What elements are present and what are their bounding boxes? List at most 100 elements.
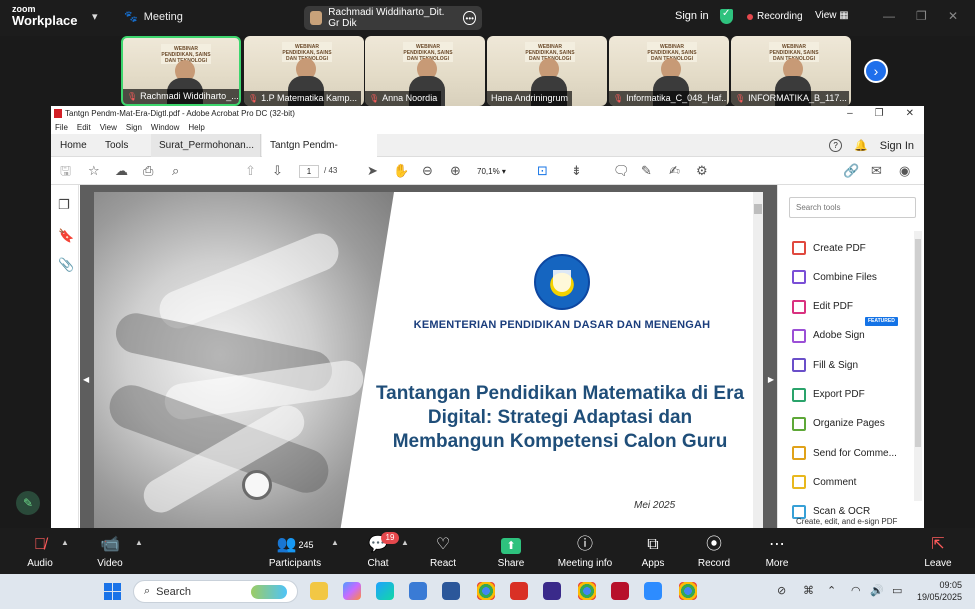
view-button[interactable]: View ▦	[815, 10, 849, 21]
chrome-icon[interactable]	[477, 582, 495, 600]
record-button[interactable]: ⦿ Record	[679, 535, 749, 569]
windows-start-icon[interactable]	[104, 583, 121, 600]
page-number-input[interactable]: 1	[299, 165, 319, 178]
tool-export-pdf[interactable]: Export PDF	[792, 386, 912, 404]
recording-indicator[interactable]: Recording	[747, 11, 803, 22]
more-options-icon[interactable]: •••	[463, 11, 476, 25]
bell-icon[interactable]: 🔔	[854, 139, 868, 152]
email-icon[interactable]: ✉	[871, 163, 882, 179]
tool-create-pdf[interactable]: Create PDF	[792, 239, 912, 257]
save-icon[interactable]: 🖫	[60, 163, 71, 179]
store-icon[interactable]	[409, 582, 427, 600]
document-scrollbar[interactable]	[753, 192, 763, 528]
bookmark-star-icon[interactable]: ☆	[88, 163, 100, 179]
taskbar-search-box[interactable]: ⌕ Search	[133, 580, 298, 603]
copilot-icon[interactable]	[343, 582, 361, 600]
tab-tools[interactable]: Tools	[105, 134, 128, 157]
participants-button[interactable]: 👥 245 Participants	[260, 535, 330, 569]
menu-item-view[interactable]: View	[100, 121, 117, 134]
audio-options-caret[interactable]: ▲	[61, 538, 69, 547]
attachments-icon[interactable]: 📎	[58, 257, 74, 273]
search-tools-input[interactable]	[789, 197, 916, 218]
stamp-icon[interactable]: ⚙	[696, 163, 708, 179]
menu-item-file[interactable]: File	[55, 121, 68, 134]
participant-tile[interactable]: WEBINAR PENDIDIKAN, SAINS DAN TEKNOLOGI 🎙…	[731, 36, 851, 106]
page-thumbnails-icon[interactable]: ❐	[58, 197, 71, 213]
participant-tile[interactable]: WEBINAR PENDIDIKAN, SAINS DAN TEKNOLOGI 🎙…	[121, 36, 241, 106]
leave-button[interactable]: ⇱ Leave	[903, 535, 973, 569]
tray-chevron-icon[interactable]: ⌃	[827, 584, 836, 597]
menu-item-window[interactable]: Window	[151, 121, 179, 134]
chevron-down-icon[interactable]: ▾	[92, 10, 98, 23]
active-speaker-pill[interactable]: Rachmadi Widdiharto_Dit. Gr Dik •••	[304, 6, 482, 30]
close-icon[interactable]: ✕	[906, 106, 914, 121]
tool-fill-sign[interactable]: Fill & Sign	[792, 356, 912, 374]
acrobat-sign-in-button[interactable]: Sign In	[880, 140, 914, 152]
tool-organize-pages[interactable]: Organize Pages	[792, 415, 912, 433]
annotate-pen-button[interactable]: ✎	[16, 491, 40, 515]
minimize-icon[interactable]: –	[847, 106, 853, 121]
chrome-profile-icon[interactable]	[578, 582, 596, 600]
tool-combine-files[interactable]: Combine Files	[792, 268, 912, 286]
select-cursor-icon[interactable]: ➤	[367, 163, 378, 179]
gallery-next-button[interactable]: ›	[864, 59, 888, 83]
participant-tile[interactable]: WEBINAR PENDIDIKAN, SAINS DAN TEKNOLOGI 🎙…	[609, 36, 729, 106]
participant-tile[interactable]: WEBINAR PENDIDIKAN, SAINS DAN TEKNOLOGI H…	[487, 36, 607, 106]
tray-app-icon[interactable]: ⌘	[803, 584, 814, 597]
zoom-app-icon[interactable]	[644, 582, 662, 600]
menu-item-help[interactable]: Help	[188, 121, 204, 134]
tab-home[interactable]: Home	[60, 134, 87, 157]
battery-saver-icon[interactable]: ⊘	[777, 584, 786, 597]
tool-adobe-sign[interactable]: Adobe Sign	[792, 327, 912, 345]
tool-edit-pdf[interactable]: Edit PDF	[792, 298, 912, 316]
share-screen-button[interactable]: ⬆ Share	[476, 535, 546, 569]
account-icon[interactable]: ◉	[899, 163, 910, 179]
scroll-mode-icon[interactable]: ⇟	[571, 163, 582, 179]
teams-icon[interactable]	[543, 582, 561, 600]
encryption-shield-icon[interactable]	[720, 8, 733, 24]
participants-options-caret[interactable]: ▲	[331, 538, 339, 547]
wifi-icon[interactable]: ◠	[851, 584, 861, 597]
tab-document-tantangan[interactable]: Tantgn Pendm-Mat...✕	[262, 134, 377, 174]
taskbar-clock[interactable]: 09:05 19/05/2025	[912, 579, 962, 603]
zoom-out-icon[interactable]: ⊖	[422, 163, 433, 179]
tools-panel-scrollbar[interactable]	[914, 231, 922, 501]
participant-tile[interactable]: WEBINAR PENDIDIKAN, SAINS DAN TEKNOLOGI 🎙…	[244, 36, 364, 106]
page-up-icon[interactable]: ⇧	[245, 163, 256, 179]
participant-tile[interactable]: WEBINAR PENDIDIKAN, SAINS DAN TEKNOLOGI 🎙…	[365, 36, 485, 106]
page-down-icon[interactable]: ⇩	[272, 163, 283, 179]
expand-right-icon[interactable]: ▶	[768, 375, 774, 384]
tool-send-for-comme[interactable]: Send for Comme...	[792, 444, 912, 462]
zoom-in-icon[interactable]: ⊕	[450, 163, 461, 179]
zoom-sign-in-button[interactable]: Sign in	[675, 10, 709, 22]
volume-icon[interactable]: 🔊	[870, 584, 884, 597]
menu-item-sign[interactable]: Sign	[126, 121, 142, 134]
chrome-second-profile-icon[interactable]	[679, 582, 697, 600]
scroll-thumb[interactable]	[915, 239, 921, 447]
highlight-pen-icon[interactable]: ✎	[641, 163, 652, 179]
fit-page-icon[interactable]: ⊡	[537, 163, 548, 179]
react-button[interactable]: ♡ React	[408, 535, 478, 569]
meeting-menu[interactable]: 🐾 Meeting	[124, 10, 183, 24]
help-icon[interactable]: ?	[829, 139, 843, 152]
close-icon[interactable]: ✕	[948, 9, 958, 23]
share-link-icon[interactable]: 🔗	[843, 163, 859, 179]
comment-icon[interactable]: 🗨	[613, 163, 630, 179]
restore-icon[interactable]: ❐	[916, 9, 927, 23]
upload-cloud-icon[interactable]: ☁	[115, 163, 128, 179]
restore-icon[interactable]: ❐	[875, 106, 884, 121]
minimize-icon[interactable]: —	[883, 9, 895, 23]
battery-icon[interactable]: ▭	[892, 584, 902, 597]
meeting-info-button[interactable]: ⓘ Meeting info	[550, 535, 620, 569]
print-icon[interactable]: ⎙	[143, 163, 153, 179]
more-button[interactable]: ⋯ More	[742, 535, 812, 569]
apps-button[interactable]: ⧉ Apps	[618, 535, 688, 569]
hand-tool-icon[interactable]: ✋	[393, 163, 409, 179]
scroll-thumb[interactable]	[754, 204, 762, 214]
zoom-level-select[interactable]: 70,1% ▾	[477, 165, 523, 178]
tool-comment[interactable]: Comment	[792, 473, 912, 491]
app-red-icon[interactable]	[611, 582, 629, 600]
bookmarks-icon[interactable]: 🔖	[58, 228, 74, 244]
collapse-left-icon[interactable]: ◀	[83, 375, 89, 384]
tab-document-surat[interactable]: Surat_Permohonan...	[151, 134, 261, 157]
